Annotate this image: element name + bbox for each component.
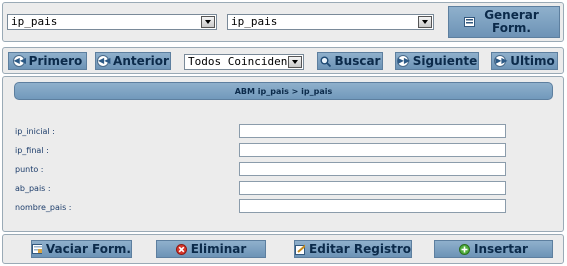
clear-form-icon (32, 244, 42, 254)
clear-form-label: Vaciar Form. (45, 242, 131, 256)
add-icon (459, 243, 471, 255)
generate-form-label: Generar Form. (484, 8, 539, 35)
previous-button[interactable]: ◀◀ Anterior (95, 52, 171, 70)
filter-select-value: Todos Coinciden (188, 55, 288, 68)
delete-label: Eliminar (190, 242, 247, 256)
punto-input[interactable] (239, 162, 506, 176)
ip-final-input[interactable] (239, 143, 506, 157)
insert-button[interactable]: Insertar (434, 240, 553, 258)
table-select[interactable]: ip_pais (7, 14, 217, 30)
filter-select[interactable]: Todos Coinciden (184, 54, 304, 70)
edit-record-button[interactable]: Editar Registro (294, 240, 412, 258)
edit-record-label: Editar Registro (309, 242, 411, 256)
edit-icon (295, 244, 306, 255)
search-label: Buscar (334, 54, 381, 68)
search-button[interactable]: Buscar (317, 52, 383, 70)
action-toolbar: Vaciar Form. Eliminar Editar Registro In… (2, 234, 564, 264)
field-label-ip-inicial: ip_inicial : (15, 127, 55, 136)
field-label-ip-final: ip_final : (15, 146, 49, 155)
field-label-ab-pais: ab_pais : (15, 184, 51, 193)
form-header: ABM ip_pais > ip_pais (14, 82, 553, 100)
generate-form-button[interactable]: Generar Form. (448, 6, 560, 38)
first-icon: ◀◀ (12, 55, 26, 67)
chevron-down-icon[interactable] (418, 16, 432, 28)
form-icon (463, 17, 475, 27)
ip-inicial-input[interactable] (239, 124, 506, 138)
clear-form-button[interactable]: Vaciar Form. (31, 240, 132, 258)
delete-button[interactable]: Eliminar (156, 240, 266, 258)
previous-icon: ◀◀ (97, 55, 111, 67)
field-label-nombre-pais: nombre_pais : (15, 203, 72, 212)
top-toolbar: ip_pais ip_pais Generar Form. (2, 2, 564, 42)
last-icon: ▶▶ (494, 55, 508, 67)
table-select-value: ip_pais (11, 15, 58, 28)
form-select[interactable]: ip_pais (227, 14, 434, 30)
next-icon: ▶▶ (396, 55, 411, 67)
chevron-down-icon[interactable] (288, 56, 302, 68)
form-select-value: ip_pais (231, 15, 278, 28)
first-label: Primero (28, 54, 83, 68)
form-panel: ABM ip_pais > ip_pais ip_inicial : ip_fi… (2, 76, 564, 232)
nombre-pais-input[interactable] (239, 199, 506, 213)
previous-label: Anterior (113, 54, 169, 68)
ab-pais-input[interactable] (239, 181, 506, 195)
insert-label: Insertar (474, 242, 528, 256)
first-button[interactable]: ◀◀ Primero (8, 52, 87, 70)
search-icon (320, 56, 331, 67)
delete-icon (175, 243, 187, 255)
last-label: Ultimo (510, 54, 555, 68)
last-button[interactable]: ▶▶ Ultimo (491, 52, 558, 70)
chevron-down-icon[interactable] (201, 16, 215, 28)
next-button[interactable]: ▶▶ Siguiente (395, 52, 479, 70)
next-label: Siguiente (412, 54, 478, 68)
navigation-toolbar: ◀◀ Primero ◀◀ Anterior Todos Coinciden B… (2, 47, 564, 74)
field-label-punto: punto : (15, 165, 44, 174)
